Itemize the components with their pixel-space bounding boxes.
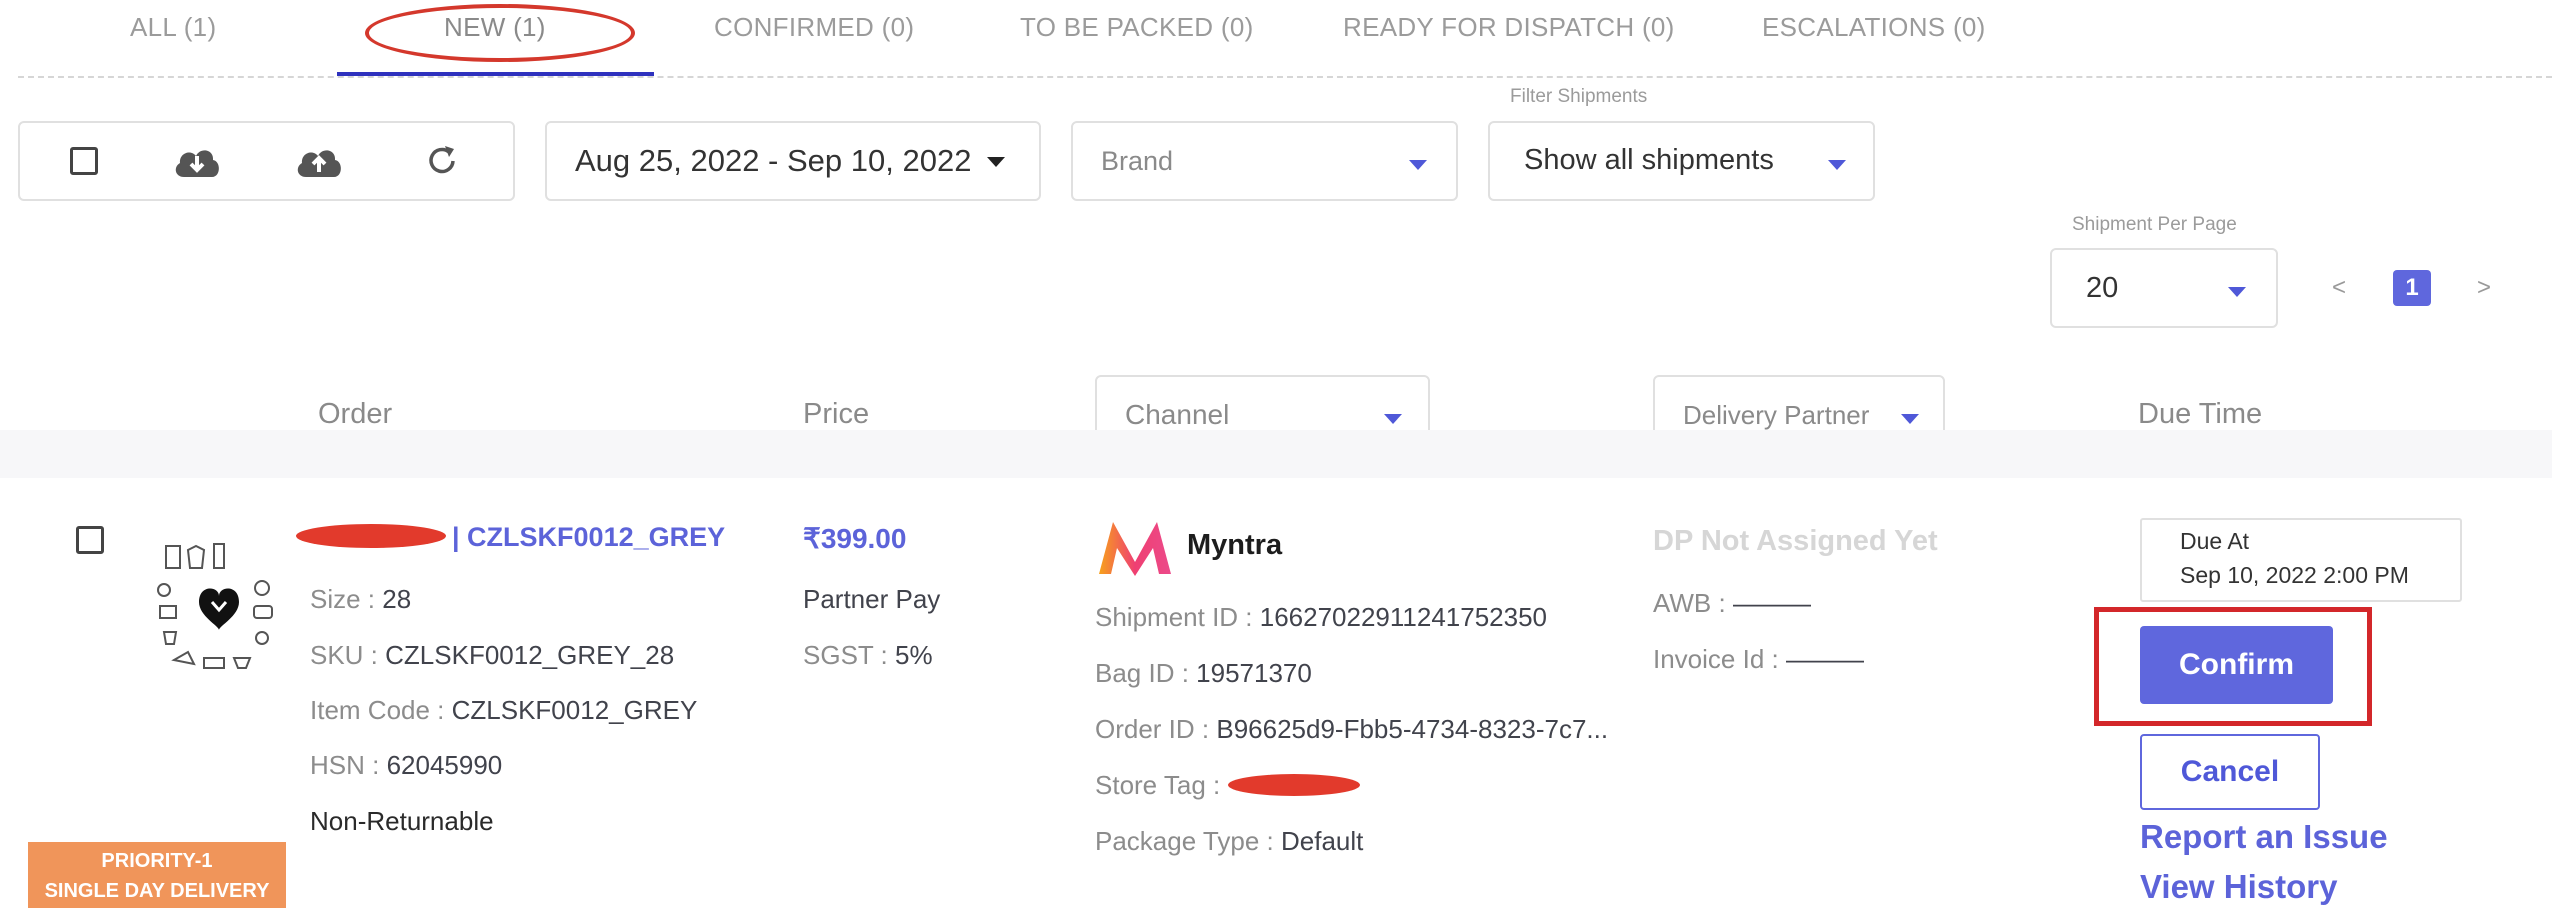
active-tab-indicator [337, 72, 654, 76]
column-header-price: Price [803, 398, 870, 430]
shipment-id-label: Shipment ID : [1095, 602, 1260, 632]
product-thumbnail-icon [157, 543, 273, 669]
sku-value: CZLSKF0012_GREY_28 [385, 640, 675, 670]
tab-ready-for-dispatch[interactable]: READY FOR DISPATCH (0) [1343, 12, 1675, 43]
delivery-partner-placeholder: Delivery Partner [1683, 400, 1870, 430]
chevron-down-icon [2228, 287, 2246, 297]
tax-field: SGST : 5% [803, 640, 933, 671]
cloud-upload-icon[interactable] [294, 141, 344, 181]
due-at-label: Due At [2180, 528, 2250, 554]
redacted-order-name [296, 524, 446, 548]
header-separator-band [0, 430, 2552, 478]
package-type-value: Default [1280, 826, 1364, 856]
myntra-logo-icon [1099, 522, 1171, 576]
view-history-link[interactable]: View History [2140, 868, 2337, 906]
tabs-divider [18, 76, 2552, 78]
item-code-label: Item Code : [310, 695, 452, 725]
package-type-label: Package Type : [1095, 826, 1281, 856]
package-type-field: Package Type : Default [1095, 826, 1363, 857]
size-field: Size : 28 [310, 584, 411, 615]
due-at-box: Due At Sep 10, 2022 2:00 PM [2140, 518, 2462, 602]
tab-escalations[interactable]: ESCALATIONS (0) [1762, 12, 1986, 43]
shipment-id-field: Shipment ID : 16627022911241752350 [1095, 602, 1547, 633]
priority-level: PRIORITY-1 [101, 850, 213, 872]
column-header-order: Order [318, 398, 393, 430]
item-code-field: Item Code : CZLSKF0012_GREY [310, 695, 697, 726]
bulk-actions-group [18, 121, 515, 201]
chevron-down-icon [1828, 160, 1846, 170]
report-issue-link[interactable]: Report an Issue [2140, 818, 2388, 856]
column-header-due-time: Due Time [2138, 398, 2263, 430]
next-page-button[interactable]: > [2477, 274, 2491, 302]
brand-dropdown[interactable]: Brand [1071, 121, 1458, 201]
due-at-value: Sep 10, 2022 2:00 PM [2180, 562, 2409, 588]
order-id-field: Order ID : B96625d9-Fbb5-4734-8323-7c7..… [1095, 714, 1608, 745]
channel-name: Myntra [1187, 529, 1283, 561]
per-page-dropdown[interactable]: 20 [2050, 248, 2278, 328]
current-page[interactable]: 1 [2393, 270, 2431, 306]
annotation-ellipse [365, 4, 635, 62]
order-title-link[interactable]: | CZLSKF0012_GREY [452, 522, 725, 553]
confirm-button[interactable]: Confirm [2140, 626, 2333, 704]
cancel-button[interactable]: Cancel [2140, 734, 2320, 810]
store-tag-label: Store Tag : [1095, 770, 1221, 800]
bag-id-field: Bag ID : 19571370 [1095, 658, 1312, 689]
chevron-down-icon [987, 157, 1005, 167]
chevron-down-icon [1901, 414, 1919, 424]
date-range-value: Aug 25, 2022 - Sep 10, 2022 [575, 143, 972, 178]
invoice-value: ——— [1785, 644, 1864, 674]
bag-id-label: Bag ID : [1095, 658, 1197, 688]
date-range-picker[interactable]: Aug 25, 2022 - Sep 10, 2022 [545, 121, 1041, 201]
invoice-label: Invoice Id : [1653, 644, 1786, 674]
select-all-checkbox[interactable] [70, 147, 98, 175]
row-checkbox[interactable] [76, 526, 104, 554]
pay-type: Partner Pay [803, 584, 941, 614]
price-amount: ₹399.00 [803, 523, 907, 554]
tab-to-be-packed[interactable]: TO BE PACKED (0) [1020, 12, 1254, 43]
item-code-value: CZLSKF0012_GREY [451, 695, 698, 725]
per-page-value: 20 [2086, 272, 2119, 304]
tax-label: SGST : [803, 640, 895, 670]
awb-label: AWB : [1653, 588, 1733, 618]
invoice-field: Invoice Id : ——— [1653, 644, 1864, 675]
order-id-label: Order ID : [1095, 714, 1217, 744]
sku-label: SKU : [310, 640, 386, 670]
brand-placeholder: Brand [1101, 146, 1174, 176]
filter-shipments-dropdown[interactable]: Show all shipments [1488, 121, 1875, 201]
prev-page-button[interactable]: < [2332, 274, 2346, 302]
refresh-icon[interactable] [424, 143, 460, 179]
size-label: Size : [310, 584, 383, 614]
awb-value: ——— [1732, 588, 1811, 618]
size-value: 28 [382, 584, 412, 614]
per-page-label: Shipment Per Page [2072, 214, 2237, 235]
bag-id-value: 19571370 [1196, 658, 1312, 688]
channel-placeholder: Channel [1125, 399, 1230, 430]
delivery-partner-status: DP Not Assigned Yet [1653, 525, 1938, 557]
order-id-value: B96625d9-Fbb5-4734-8323-7c7... [1216, 714, 1609, 744]
hsn-value: 62045990 [386, 750, 503, 780]
hsn-label: HSN : [310, 750, 387, 780]
sku-field: SKU : CZLSKF0012_GREY_28 [310, 640, 674, 671]
redacted-store-tag [1228, 774, 1360, 796]
tax-value: 5% [895, 640, 933, 670]
tab-confirmed[interactable]: CONFIRMED (0) [714, 12, 914, 43]
priority-delivery-type: SINGLE DAY DELIVERY [44, 880, 270, 902]
filter-shipments-value: Show all shipments [1524, 144, 1774, 176]
cloud-download-icon[interactable] [172, 141, 222, 181]
filter-shipments-label: Filter Shipments [1510, 86, 1648, 107]
chevron-down-icon [1409, 160, 1427, 170]
returnable-status: Non-Returnable [310, 806, 494, 836]
awb-field: AWB : ——— [1653, 588, 1811, 619]
tab-all[interactable]: ALL (1) [130, 12, 216, 43]
chevron-down-icon [1384, 414, 1402, 424]
shipment-id-value: 16627022911241752350 [1259, 602, 1548, 632]
priority-badge: PRIORITY-1 SINGLE DAY DELIVERY [28, 842, 286, 908]
hsn-field: HSN : 62045990 [310, 750, 502, 781]
